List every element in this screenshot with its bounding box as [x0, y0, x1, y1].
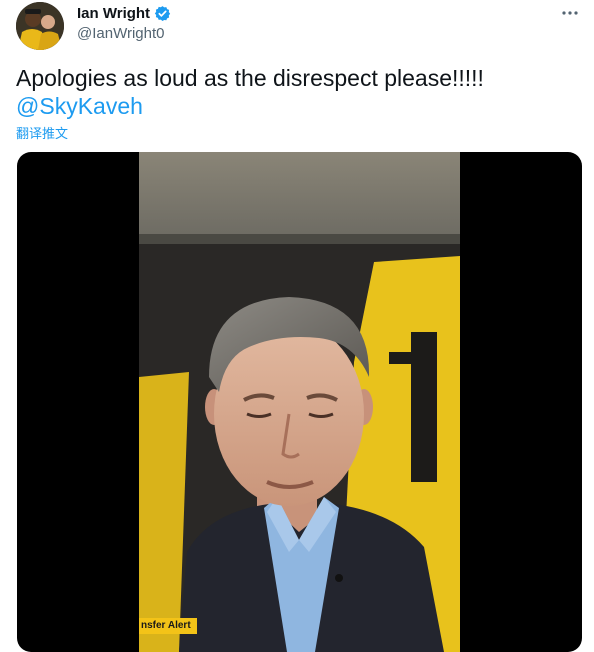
- video-frame: nsfer Alert: [139, 152, 460, 652]
- mention-link[interactable]: @SkyKaveh: [16, 92, 578, 120]
- tweet-text: Apologies as loud as the disrespect plea…: [16, 64, 578, 120]
- more-options-icon[interactable]: [560, 4, 580, 22]
- video-still: [139, 152, 460, 652]
- tweet-video[interactable]: nsfer Alert: [17, 152, 582, 652]
- translate-tweet-link[interactable]: 翻译推文: [16, 123, 68, 142]
- broadcast-lower-third: nsfer Alert: [139, 618, 197, 634]
- author-display-name[interactable]: Ian Wright: [77, 5, 150, 22]
- author-name-row[interactable]: Ian Wright: [77, 5, 171, 22]
- tweet: Ian Wright @IanWright0 Apologies as loud…: [0, 0, 594, 652]
- author-handle[interactable]: @IanWright0: [77, 25, 165, 42]
- avatar-image: [16, 2, 64, 50]
- tweet-body: Apologies as loud as the disrespect plea…: [16, 65, 484, 91]
- avatar[interactable]: [16, 2, 64, 50]
- verified-badge-icon: [154, 5, 171, 22]
